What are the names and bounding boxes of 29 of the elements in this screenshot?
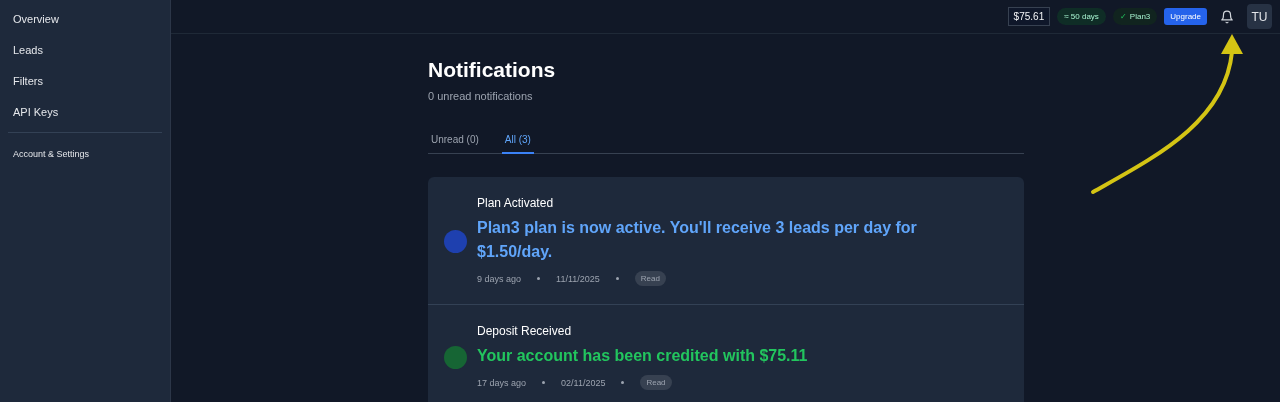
user-avatar[interactable]: TU bbox=[1247, 4, 1272, 29]
tab[interactable]: All (3) bbox=[501, 130, 534, 154]
notification-message: Your account has been credited with $75.11 bbox=[477, 346, 808, 366]
separator-dot bbox=[615, 277, 619, 280]
sidebar-item[interactable]: Account & Settings bbox=[0, 137, 170, 170]
notification-date: 02/11/2025 bbox=[561, 377, 606, 388]
time-ago: 9 days ago bbox=[477, 273, 522, 284]
sidebar-item[interactable]: Overview bbox=[0, 4, 170, 35]
notification-message: Plan3 plan is now active. You'll receive 3 leads per day for $1.50/day. bbox=[477, 218, 918, 262]
page-title: Notifications bbox=[428, 58, 557, 82]
status-badge: Read bbox=[634, 271, 666, 286]
balance-display: $75.61 bbox=[1007, 7, 1051, 26]
sidebar-item[interactable]: Filters bbox=[0, 66, 170, 97]
notification-title: Deposit Received bbox=[477, 324, 573, 338]
status-badge: Read bbox=[640, 375, 672, 390]
notification-date: 11/11/2025 bbox=[556, 273, 600, 284]
upgrade-button[interactable]: Upgrade bbox=[1164, 8, 1207, 25]
sidebar-item[interactable]: Leads bbox=[0, 35, 170, 66]
tab[interactable]: Unread (0) bbox=[428, 130, 482, 154]
bell-icon[interactable] bbox=[1220, 9, 1234, 24]
time-ago: 17 days ago bbox=[477, 377, 527, 388]
notification-title: Plan Activated bbox=[477, 196, 555, 210]
days-badge: ≈ 50 days bbox=[1057, 8, 1106, 25]
plan-badge: ✓ Plan3 bbox=[1112, 8, 1158, 25]
separator-dot bbox=[537, 277, 541, 280]
separator-dot bbox=[542, 381, 546, 384]
separator-dot bbox=[621, 381, 625, 384]
page-subtitle: 0 unread notifications bbox=[428, 90, 534, 102]
sidebar-item[interactable]: API Keys bbox=[0, 97, 170, 128]
